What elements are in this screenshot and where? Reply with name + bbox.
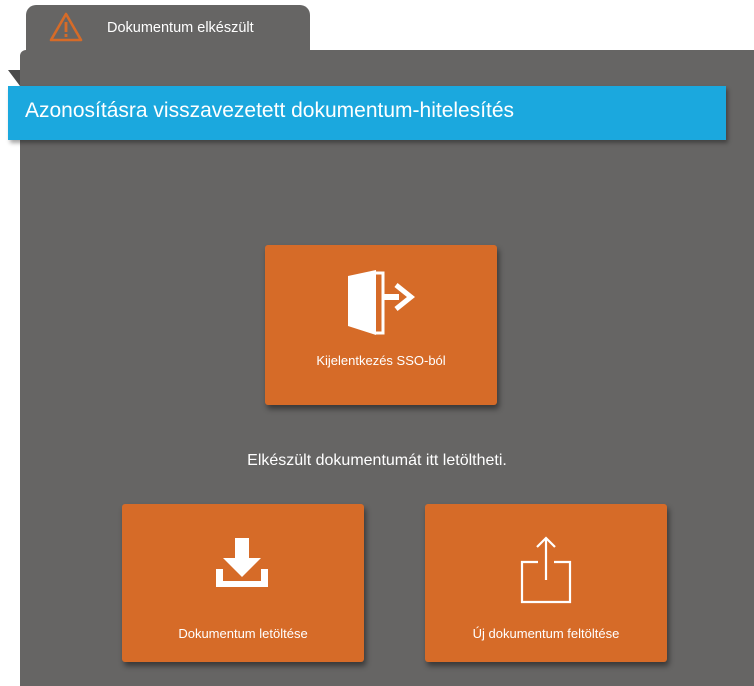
page-title: Azonosításra visszavezetett dokumentum-h… (25, 99, 515, 122)
download-icon (213, 536, 273, 597)
banner-fold (8, 70, 20, 86)
tab-document-ready[interactable]: Dokumentum elkészült (26, 5, 310, 51)
logout-sso-button[interactable]: Kijelentkezés SSO-ból (265, 245, 497, 405)
upload-icon (516, 534, 576, 609)
upload-document-button[interactable]: Új dokumentum feltöltése (425, 504, 667, 662)
title-banner: Azonosításra visszavezetett dokumentum-h… (8, 86, 726, 140)
upload-document-label: Új dokumentum feltöltése (472, 626, 620, 641)
warning-triangle-icon (48, 11, 84, 43)
download-document-button[interactable]: Dokumentum letöltése (122, 504, 364, 662)
exit-door-icon (345, 265, 417, 342)
download-document-label: Dokumentum letöltése (178, 626, 308, 641)
logout-sso-label: Kijelentkezés SSO-ból (316, 353, 446, 368)
tab-label: Dokumentum elkészült (107, 20, 254, 36)
info-text: Elkészült dokumentumát itt letöltheti. (247, 452, 507, 469)
